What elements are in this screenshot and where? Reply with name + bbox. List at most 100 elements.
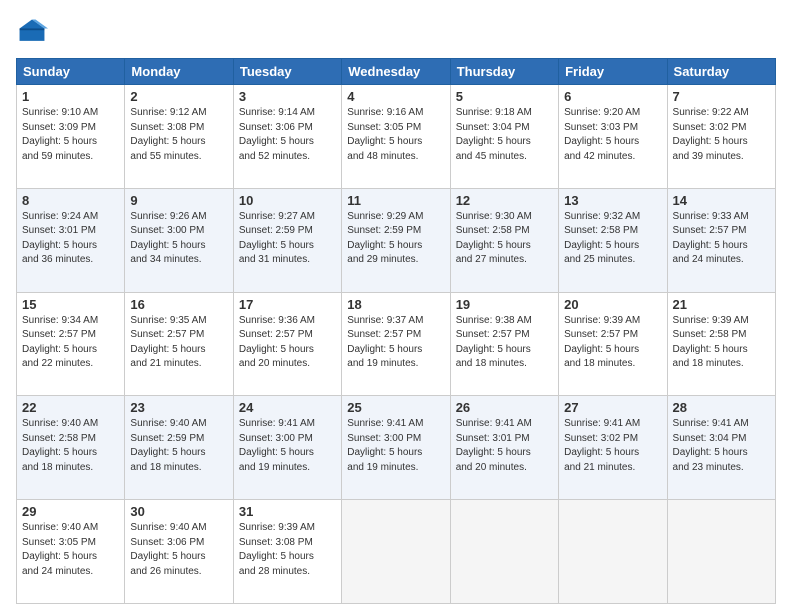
day-number: 13 — [564, 193, 661, 208]
calendar-week-row: 1 Sunrise: 9:10 AM Sunset: 3:09 PM Daylig… — [17, 85, 776, 189]
day-number: 18 — [347, 297, 444, 312]
day-number: 28 — [673, 400, 770, 415]
calendar-cell: 26Sunrise: 9:41 AM Sunset: 3:01 PM Dayli… — [450, 396, 558, 500]
day-number: 2 — [130, 89, 227, 104]
calendar-cell: 11Sunrise: 9:29 AM Sunset: 2:59 PM Dayli… — [342, 188, 450, 292]
day-number: 6 — [564, 89, 661, 104]
day-number: 14 — [673, 193, 770, 208]
calendar-cell: 31 Sunrise: 9:39 AM Sunset: 3:08 PM Dayli… — [233, 500, 341, 604]
calendar-cell: 14 Sunrise: 9:33 AM Sunset: 2:57 PM Dayli… — [667, 188, 775, 292]
calendar-cell: 23 Sunrise: 9:40 AM Sunset: 2:59 PM Dayli… — [125, 396, 233, 500]
calendar-cell: 12 Sunrise: 9:30 AM Sunset: 2:58 PM Dayli… — [450, 188, 558, 292]
day-info: Sunrise: 9:30 AM Sunset: 2:58 PM Dayligh… — [456, 210, 553, 268]
day-info: Sunrise: 9:22 AM Sunset: 3:02 PM Dayligh… — [673, 106, 770, 164]
day-number: 19 — [456, 297, 553, 312]
calendar-cell — [450, 500, 558, 604]
day-of-week-header: Saturday — [667, 59, 775, 85]
day-info: Sunrise: 9:41 AM Sunset: 3:02 PM Dayligh… — [564, 417, 661, 475]
day-of-week-header: Friday — [559, 59, 667, 85]
day-of-week-header: Tuesday — [233, 59, 341, 85]
day-number: 31 — [239, 504, 336, 519]
day-info: Sunrise: 9:41 AM Sunset: 3:00 PM Dayligh… — [347, 417, 444, 475]
calendar-cell: 8 Sunrise: 9:24 AM Sunset: 3:01 PM Daylig… — [17, 188, 125, 292]
day-number: 16 — [130, 297, 227, 312]
day-info: Sunrise: 9:41 AM Sunset: 3:00 PM Dayligh… — [239, 417, 336, 475]
day-info: Sunrise: 9:16 AM Sunset: 3:05 PM Dayligh… — [347, 106, 444, 164]
day-number: 25 — [347, 400, 444, 415]
day-info: Sunrise: 9:39 AM Sunset: 3:08 PM Dayligh… — [239, 521, 336, 579]
day-info: Sunrise: 9:36 AM Sunset: 2:57 PM Dayligh… — [239, 314, 336, 372]
day-info: Sunrise: 9:40 AM Sunset: 3:06 PM Dayligh… — [130, 521, 227, 579]
day-number: 1 — [22, 89, 119, 104]
calendar-cell: 5 Sunrise: 9:18 AM Sunset: 3:04 PM Daylig… — [450, 85, 558, 189]
calendar-cell: 9 Sunrise: 9:26 AM Sunset: 3:00 PM Daylig… — [125, 188, 233, 292]
calendar-cell: 18 Sunrise: 9:37 AM Sunset: 2:57 PM Dayli… — [342, 292, 450, 396]
calendar-cell: 24 Sunrise: 9:41 AM Sunset: 3:00 PM Dayli… — [233, 396, 341, 500]
day-number: 27 — [564, 400, 661, 415]
header — [16, 16, 776, 48]
day-number: 15 — [22, 297, 119, 312]
day-number: 21 — [673, 297, 770, 312]
day-info: Sunrise: 9:27 AM Sunset: 2:59 PM Dayligh… — [239, 210, 336, 268]
calendar-cell: 2 Sunrise: 9:12 AM Sunset: 3:08 PM Daylig… — [125, 85, 233, 189]
day-of-week-header: Thursday — [450, 59, 558, 85]
day-number: 7 — [673, 89, 770, 104]
calendar-cell: 28 Sunrise: 9:41 AM Sunset: 3:04 PM Dayli… — [667, 396, 775, 500]
day-of-week-header: Wednesday — [342, 59, 450, 85]
calendar-cell: 7 Sunrise: 9:22 AM Sunset: 3:02 PM Daylig… — [667, 85, 775, 189]
calendar-cell: 29Sunrise: 9:40 AM Sunset: 3:05 PM Dayli… — [17, 500, 125, 604]
day-info: Sunrise: 9:37 AM Sunset: 2:57 PM Dayligh… — [347, 314, 444, 372]
day-info: Sunrise: 9:40 AM Sunset: 2:58 PM Dayligh… — [22, 417, 119, 475]
day-info: Sunrise: 9:41 AM Sunset: 3:04 PM Dayligh… — [673, 417, 770, 475]
calendar-cell: 19 Sunrise: 9:38 AM Sunset: 2:57 PM Dayli… — [450, 292, 558, 396]
calendar-cell: 16 Sunrise: 9:35 AM Sunset: 2:57 PM Dayli… — [125, 292, 233, 396]
day-info: Sunrise: 9:38 AM Sunset: 2:57 PM Dayligh… — [456, 314, 553, 372]
day-info: Sunrise: 9:18 AM Sunset: 3:04 PM Dayligh… — [456, 106, 553, 164]
day-info: Sunrise: 9:39 AM Sunset: 2:58 PM Dayligh… — [673, 314, 770, 372]
day-of-week-header: Monday — [125, 59, 233, 85]
calendar-cell — [342, 500, 450, 604]
calendar-cell: 27 Sunrise: 9:41 AM Sunset: 3:02 PM Dayli… — [559, 396, 667, 500]
day-number: 24 — [239, 400, 336, 415]
calendar-week-row: 29Sunrise: 9:40 AM Sunset: 3:05 PM Dayli… — [17, 500, 776, 604]
day-info: Sunrise: 9:24 AM Sunset: 3:01 PM Dayligh… — [22, 210, 119, 268]
day-of-week-header: Sunday — [17, 59, 125, 85]
calendar-table: SundayMondayTuesdayWednesdayThursdayFrid… — [16, 58, 776, 604]
calendar-header-row: SundayMondayTuesdayWednesdayThursdayFrid… — [17, 59, 776, 85]
calendar-cell: 22 Sunrise: 9:40 AM Sunset: 2:58 PM Dayli… — [17, 396, 125, 500]
calendar-cell: 25 Sunrise: 9:41 AM Sunset: 3:00 PM Dayli… — [342, 396, 450, 500]
day-number: 5 — [456, 89, 553, 104]
day-info: Sunrise: 9:32 AM Sunset: 2:58 PM Dayligh… — [564, 210, 661, 268]
day-number: 20 — [564, 297, 661, 312]
day-info: Sunrise: 9:39 AM Sunset: 2:57 PM Dayligh… — [564, 314, 661, 372]
day-number: 9 — [130, 193, 227, 208]
day-number: 29 — [22, 504, 119, 519]
day-info: Sunrise: 9:26 AM Sunset: 3:00 PM Dayligh… — [130, 210, 227, 268]
day-info: Sunrise: 9:41 AM Sunset: 3:01 PM Dayligh… — [456, 417, 553, 475]
calendar-cell: 15 Sunrise: 9:34 AM Sunset: 2:57 PM Dayli… — [17, 292, 125, 396]
day-info: Sunrise: 9:20 AM Sunset: 3:03 PM Dayligh… — [564, 106, 661, 164]
calendar-cell: 6 Sunrise: 9:20 AM Sunset: 3:03 PM Daylig… — [559, 85, 667, 189]
calendar-cell: 3Sunrise: 9:14 AM Sunset: 3:06 PM Daylig… — [233, 85, 341, 189]
day-number: 11 — [347, 193, 444, 208]
day-info: Sunrise: 9:12 AM Sunset: 3:08 PM Dayligh… — [130, 106, 227, 164]
logo — [16, 16, 52, 48]
day-info: Sunrise: 9:14 AM Sunset: 3:06 PM Dayligh… — [239, 106, 336, 164]
day-number: 12 — [456, 193, 553, 208]
day-info: Sunrise: 9:40 AM Sunset: 2:59 PM Dayligh… — [130, 417, 227, 475]
day-info: Sunrise: 9:10 AM Sunset: 3:09 PM Dayligh… — [22, 106, 119, 164]
day-info: Sunrise: 9:33 AM Sunset: 2:57 PM Dayligh… — [673, 210, 770, 268]
calendar-cell: 30Sunrise: 9:40 AM Sunset: 3:06 PM Dayli… — [125, 500, 233, 604]
day-number: 22 — [22, 400, 119, 415]
day-number: 4 — [347, 89, 444, 104]
calendar-cell: 17Sunrise: 9:36 AM Sunset: 2:57 PM Dayli… — [233, 292, 341, 396]
calendar-cell: 20 Sunrise: 9:39 AM Sunset: 2:57 PM Dayli… — [559, 292, 667, 396]
page: SundayMondayTuesdayWednesdayThursdayFrid… — [0, 0, 792, 612]
day-info: Sunrise: 9:35 AM Sunset: 2:57 PM Dayligh… — [130, 314, 227, 372]
logo-icon — [16, 16, 48, 48]
calendar-cell — [667, 500, 775, 604]
day-number: 23 — [130, 400, 227, 415]
day-number: 8 — [22, 193, 119, 208]
calendar-cell: 13 Sunrise: 9:32 AM Sunset: 2:58 PM Dayli… — [559, 188, 667, 292]
day-info: Sunrise: 9:34 AM Sunset: 2:57 PM Dayligh… — [22, 314, 119, 372]
